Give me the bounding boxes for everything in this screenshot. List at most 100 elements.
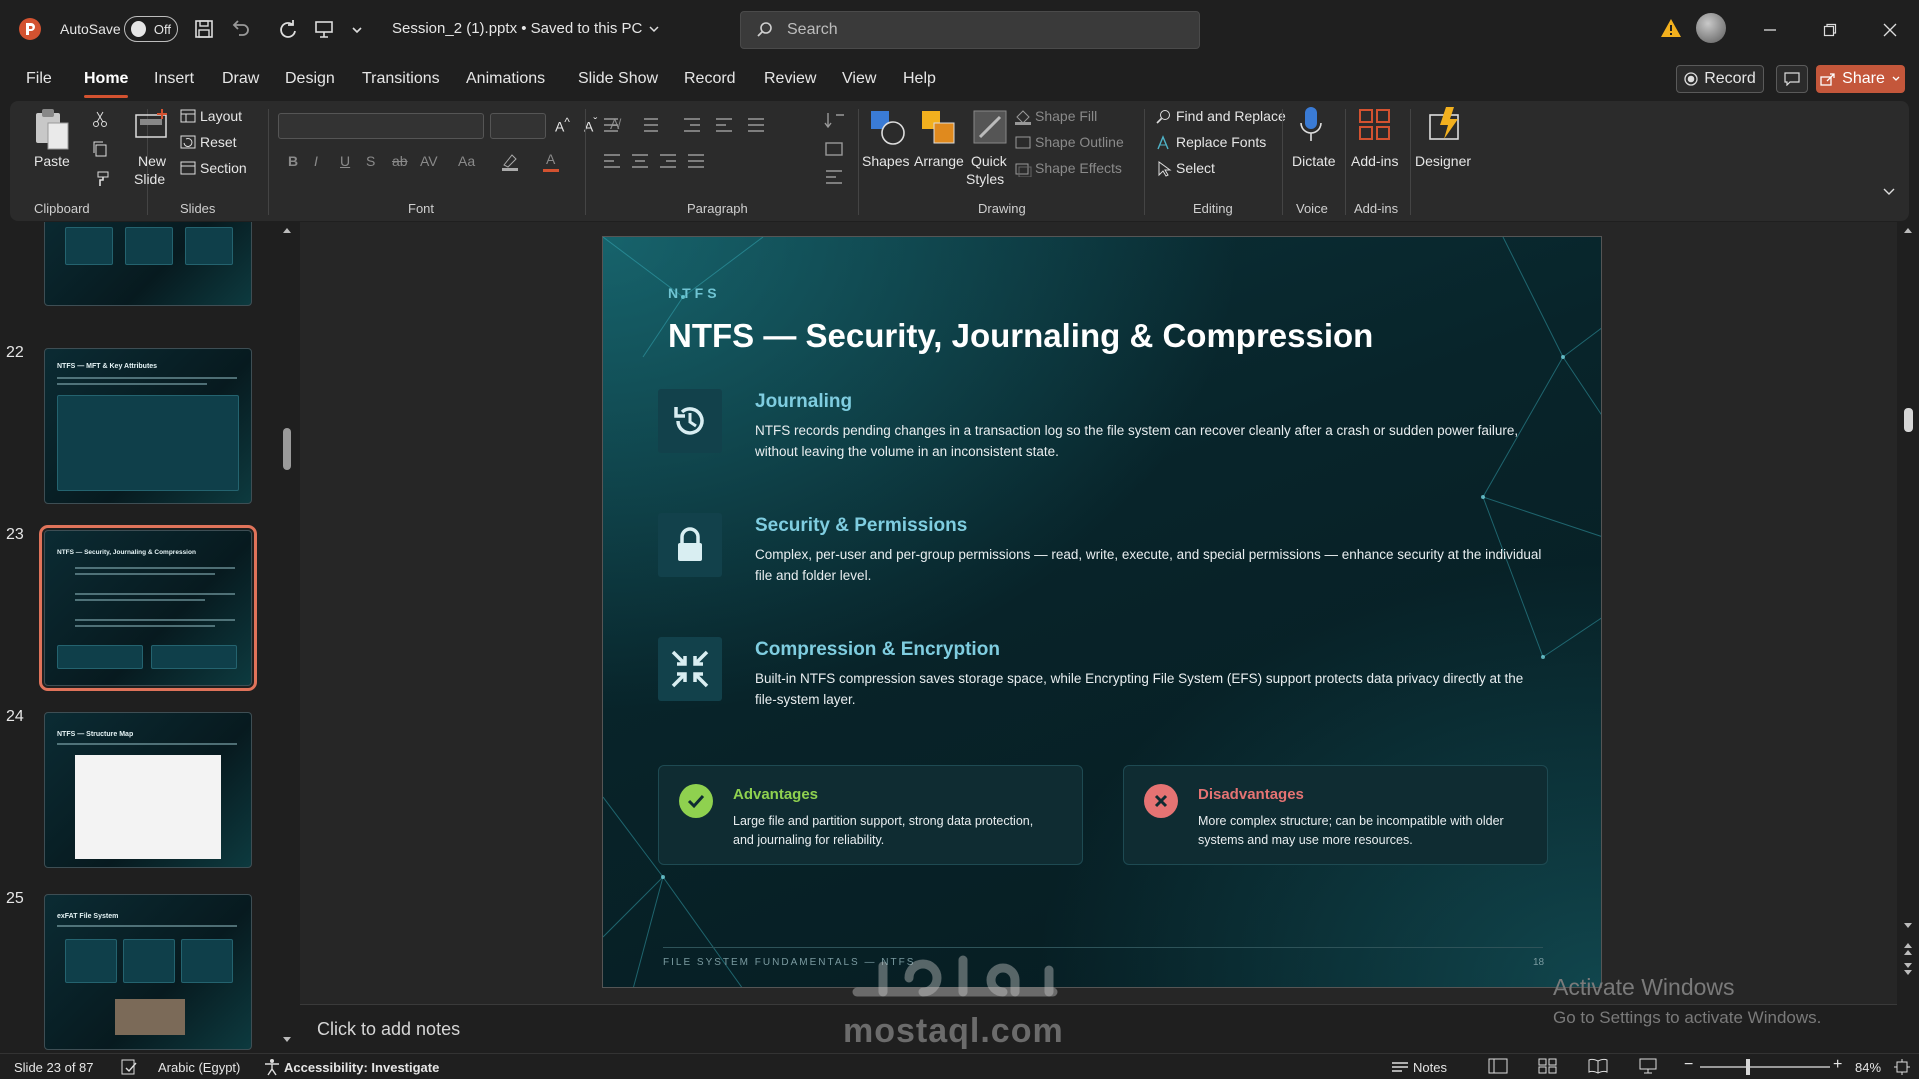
add-ins-icon[interactable] (1357, 107, 1393, 143)
notes-toggle[interactable]: Notes (1413, 1060, 1447, 1075)
autosave-toggle[interactable]: Off (124, 16, 178, 42)
paste-button[interactable]: Paste (34, 153, 70, 169)
search-input[interactable]: Search (740, 11, 1200, 49)
find-and-replace-button[interactable]: Find and Replace (1176, 108, 1286, 124)
slide[interactable]: NTFS NTFS — Security, Journaling & Compr… (602, 236, 1602, 988)
bold-icon[interactable]: B (288, 153, 298, 169)
replace-fonts-button[interactable]: Replace Fonts (1176, 134, 1266, 150)
add-ins-button[interactable]: Add-ins (1351, 153, 1398, 169)
text-direction-icons[interactable] (822, 111, 852, 191)
scroll-up-icon[interactable] (1903, 226, 1913, 234)
alignment-icons[interactable] (600, 151, 830, 171)
scrollbar-thumb[interactable] (283, 428, 291, 470)
shape-outline-button[interactable]: Shape Outline (1035, 134, 1124, 150)
character-spacing-icon[interactable]: AV (420, 153, 438, 169)
font-size-select[interactable] (490, 113, 546, 139)
document-title[interactable]: Session_2 (1).pptx • Saved to this PC (392, 20, 660, 37)
tab-draw[interactable]: Draw (222, 70, 259, 88)
strikethrough-icon[interactable]: ab (392, 153, 408, 169)
arrange-icon[interactable] (918, 107, 958, 147)
copy-icon[interactable] (92, 141, 108, 157)
slide-thumbnail[interactable]: exFAT File System (44, 894, 252, 1050)
save-icon[interactable] (192, 17, 216, 41)
tab-design[interactable]: Design (285, 70, 335, 88)
fit-slide-icon[interactable] (1893, 1058, 1911, 1076)
scrollbar-thumb[interactable] (1904, 408, 1913, 432)
accessibility-status[interactable]: Accessibility: Investigate (284, 1060, 439, 1075)
shape-effects-button[interactable]: Shape Effects (1035, 160, 1122, 176)
select-button[interactable]: Select (1176, 160, 1215, 176)
close-button[interactable] (1876, 16, 1904, 44)
list-indent-icons[interactable] (600, 115, 830, 135)
redo-icon[interactable] (276, 17, 300, 41)
slide-thumbnail[interactable]: NTFS — MFT & Key Attributes (44, 348, 252, 504)
shadow-icon[interactable]: S (366, 153, 375, 169)
underline-icon[interactable]: U (340, 153, 350, 169)
designer-button[interactable]: Designer (1415, 153, 1471, 169)
undo-icon[interactable] (228, 17, 252, 41)
slide-vertical-scrollbar[interactable] (1897, 222, 1919, 1052)
shape-fill-button[interactable]: Shape Fill (1035, 108, 1097, 124)
language-indicator[interactable]: Arabic (Egypt) (158, 1060, 240, 1075)
thumbnails-scrollbar[interactable] (280, 222, 294, 1052)
new-slide-button-line2[interactable]: Slide (134, 171, 165, 187)
tab-transitions[interactable]: Transitions (362, 70, 440, 88)
slide-thumbnail-selected[interactable]: NTFS — Security, Journaling & Compressio… (39, 525, 257, 691)
increase-font-size-icon[interactable]: A^ (555, 116, 570, 135)
quick-styles-icon[interactable] (970, 107, 1010, 147)
zoom-level[interactable]: 84% (1855, 1060, 1881, 1075)
share-button[interactable]: Share (1816, 65, 1905, 93)
scroll-down-icon[interactable] (282, 1036, 292, 1044)
zoom-out-icon[interactable]: − (1684, 1056, 1693, 1074)
new-slide-icon[interactable] (134, 109, 170, 141)
tab-insert[interactable]: Insert (154, 70, 194, 88)
tab-home[interactable]: Home (84, 70, 129, 98)
present-from-beginning-icon[interactable] (312, 17, 336, 41)
slide-count[interactable]: Slide 23 of 87 (14, 1060, 94, 1075)
zoom-slider-thumb[interactable] (1746, 1059, 1750, 1075)
tab-slide-show[interactable]: Slide Show (578, 70, 658, 88)
reading-view-icon[interactable] (1588, 1058, 1608, 1074)
customize-toolbar-icon[interactable] (350, 17, 364, 41)
dictate-button[interactable]: Dictate (1292, 153, 1336, 169)
highlight-icon[interactable] (500, 153, 520, 171)
tab-review[interactable]: Review (764, 70, 816, 88)
shapes-button[interactable]: Shapes (862, 153, 909, 169)
collapse-ribbon-icon[interactable] (1882, 187, 1896, 197)
notes-placeholder[interactable]: Click to add notes (317, 1019, 460, 1040)
avatar[interactable] (1696, 13, 1726, 43)
slide-sorter-icon[interactable] (1538, 1058, 1558, 1074)
layout-button[interactable]: Layout (200, 108, 242, 124)
tab-help[interactable]: Help (903, 70, 936, 88)
paste-icon[interactable] (32, 107, 72, 151)
quick-styles-button[interactable]: Quick (971, 153, 1007, 169)
reset-button[interactable]: Reset (200, 134, 237, 150)
change-case-icon[interactable]: Aa (458, 153, 475, 169)
designer-icon[interactable] (1426, 105, 1466, 145)
format-painter-icon[interactable] (92, 171, 110, 187)
restore-button[interactable] (1816, 16, 1844, 44)
arrange-button[interactable]: Arrange (914, 153, 964, 169)
microphone-icon[interactable] (1297, 105, 1325, 145)
tab-record[interactable]: Record (684, 70, 736, 88)
accessibility-icon[interactable] (263, 1058, 281, 1076)
italic-icon[interactable]: I (314, 153, 318, 169)
next-slide-icon[interactable] (1903, 962, 1913, 976)
tab-file[interactable]: File (26, 70, 52, 88)
cut-icon[interactable] (92, 111, 108, 127)
zoom-slider-track[interactable] (1700, 1066, 1830, 1068)
previous-slide-icon[interactable] (1903, 942, 1913, 956)
quick-styles-button-line2[interactable]: Styles (966, 171, 1004, 187)
new-slide-button[interactable]: New (138, 153, 166, 169)
slide-thumbnail[interactable] (44, 222, 252, 306)
tab-animations[interactable]: Animations (466, 70, 545, 88)
comments-button[interactable] (1776, 65, 1808, 93)
spelling-check-icon[interactable] (120, 1058, 138, 1076)
scroll-up-icon[interactable] (282, 226, 292, 234)
slide-thumbnail[interactable]: NTFS — Structure Map (44, 712, 252, 868)
shapes-icon[interactable] (867, 107, 907, 147)
tab-view[interactable]: View (842, 70, 876, 88)
minimize-button[interactable] (1756, 16, 1784, 44)
scroll-down-icon[interactable] (1903, 922, 1913, 930)
warning-icon[interactable] (1660, 18, 1682, 38)
